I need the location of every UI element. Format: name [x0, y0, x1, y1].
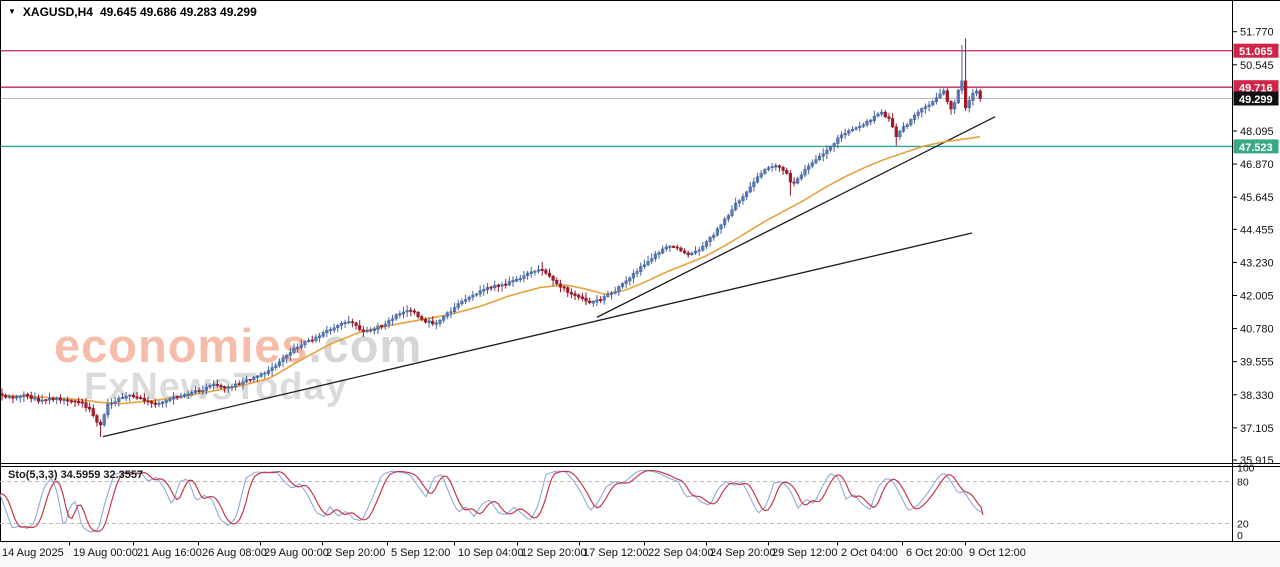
time-axis-region[interactable]: [0, 541, 1280, 567]
symbol-period-label: XAGUSD,H4: [22, 5, 93, 19]
indicator-panel-region[interactable]: [0, 467, 1232, 541]
symbol-toolbar[interactable]: ▼ XAGUSD,H4 49.645 49.686 49.283 49.299: [8, 5, 257, 19]
price-axis-region[interactable]: [1233, 0, 1280, 541]
indicator-label: Sto(5,3,3) 34.5959 32.3557: [8, 469, 144, 481]
ohlc-readout: 49.645 49.686 49.283 49.299: [99, 5, 257, 19]
trading-chart-window: economies.com FxNewsToday 51.770 50.545 48…: [0, 0, 1280, 567]
chevron-down-icon[interactable]: ▼: [8, 7, 16, 17]
main-chart-region[interactable]: [0, 0, 1232, 463]
